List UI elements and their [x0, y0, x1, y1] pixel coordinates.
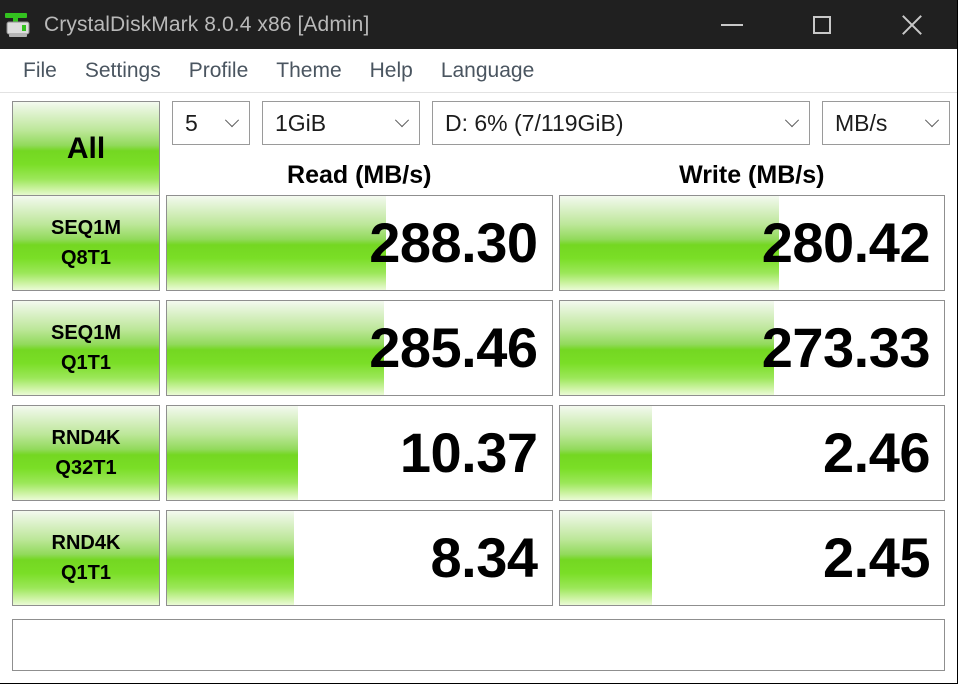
result-value-read: 288.30 — [369, 211, 538, 274]
menu-item-theme[interactable]: Theme — [262, 56, 355, 86]
unit-dropdown[interactable]: MB/s — [822, 101, 950, 145]
status-text-box[interactable] — [12, 619, 945, 671]
result-bar-write — [559, 301, 775, 395]
test-button-seq1m-q8t1[interactable]: SEQ1M Q8T1 — [12, 195, 160, 291]
result-bar-write — [559, 406, 652, 500]
result-bar-write — [559, 511, 652, 605]
result-bar-read — [167, 511, 294, 605]
menu-item-settings[interactable]: Settings — [71, 56, 175, 86]
test-label-name: RND4K — [51, 532, 121, 554]
test-size-dropdown[interactable]: 1GiB — [262, 101, 420, 145]
menu-item-help[interactable]: Help — [356, 56, 427, 86]
maximize-icon — [813, 15, 831, 34]
drive-value: D: 6% (7/119GiB) — [445, 109, 624, 136]
toolbar: All 5 1GiB D: 6% (7/119GiB) MB/s — [0, 93, 957, 197]
result-value-write: 280.42 — [761, 211, 931, 274]
test-size-value: 1GiB — [275, 109, 327, 136]
result-cell-write[interactable]: 280.42 — [558, 195, 945, 291]
result-bar-read — [167, 196, 387, 290]
menu-item-language[interactable]: Language — [427, 56, 548, 86]
menu-item-profile[interactable]: Profile — [175, 56, 263, 86]
close-button[interactable] — [867, 0, 957, 49]
test-label-queue: Q1T1 — [60, 352, 112, 374]
result-cell-write[interactable]: 273.33 — [558, 300, 945, 396]
test-label-queue: Q32T1 — [55, 457, 117, 479]
minimize-button[interactable] — [687, 0, 777, 49]
test-count-value: 5 — [185, 109, 198, 136]
table-row: SEQ1M Q8T1 288.30 280.42 — [12, 195, 945, 291]
result-cell-write[interactable]: 2.46 — [558, 405, 945, 501]
table-row: RND4K Q32T1 10.37 2.46 — [12, 405, 945, 501]
drive-dropdown[interactable]: D: 6% (7/119GiB) — [432, 101, 810, 145]
test-button-rnd4k-q1t1[interactable]: RND4K Q1T1 — [12, 510, 160, 606]
result-value-read: 285.46 — [369, 316, 538, 379]
title-bar: CrystalDiskMark 8.0.4 x86 [Admin] — [0, 0, 957, 49]
crystaldiskmark-window: CrystalDiskMark 8.0.4 x86 [Admin] File S… — [0, 0, 958, 684]
test-label-name: RND4K — [51, 427, 121, 449]
result-bar-write — [559, 196, 779, 290]
result-cell-read[interactable]: 288.30 — [166, 195, 553, 291]
column-headers: Read (MB/s) Write (MB/s) — [0, 155, 957, 195]
window-controls — [687, 0, 957, 49]
test-label-queue: Q1T1 — [60, 562, 112, 584]
result-bar-read — [167, 301, 385, 395]
result-bar-read — [167, 406, 298, 500]
chevron-down-icon — [221, 118, 249, 128]
column-header-write: Write (MB/s) — [679, 160, 825, 189]
table-row: SEQ1M Q1T1 285.46 273.33 — [12, 300, 945, 396]
result-cell-read[interactable]: 285.46 — [166, 300, 553, 396]
menu-item-file[interactable]: File — [9, 56, 71, 86]
test-label-queue: Q8T1 — [60, 247, 112, 269]
window-title: CrystalDiskMark 8.0.4 x86 [Admin] — [44, 12, 370, 36]
unit-value: MB/s — [835, 109, 888, 136]
result-value-read: 10.37 — [399, 421, 538, 484]
result-value-read: 8.34 — [430, 526, 539, 589]
result-cell-read[interactable]: 8.34 — [166, 510, 553, 606]
result-cell-write[interactable]: 2.45 — [558, 510, 945, 606]
result-value-write: 273.33 — [761, 316, 931, 379]
test-label-name: SEQ1M — [50, 217, 122, 239]
disk-drive-icon — [3, 10, 37, 40]
test-label-name: SEQ1M — [50, 322, 122, 344]
result-value-write: 2.45 — [823, 526, 931, 589]
menu-bar: File Settings Profile Theme Help Languag… — [0, 49, 957, 93]
chevron-down-icon — [391, 118, 419, 128]
result-value-write: 2.46 — [823, 421, 931, 484]
result-cell-read[interactable]: 10.37 — [166, 405, 553, 501]
test-button-seq1m-q1t1[interactable]: SEQ1M Q1T1 — [12, 300, 160, 396]
test-button-rnd4k-q32t1[interactable]: RND4K Q32T1 — [12, 405, 160, 501]
chevron-down-icon — [781, 118, 809, 128]
test-count-dropdown[interactable]: 5 — [172, 101, 250, 145]
table-row: RND4K Q1T1 8.34 2.45 — [12, 510, 945, 606]
maximize-button[interactable] — [777, 0, 867, 49]
column-header-spacer — [12, 155, 160, 195]
column-header-read: Read (MB/s) — [287, 160, 432, 189]
results-table: SEQ1M Q8T1 288.30 280.42 SEQ1M Q1T1 285.… — [0, 195, 957, 615]
close-icon — [899, 12, 925, 38]
chevron-down-icon — [921, 118, 949, 128]
minimize-icon — [721, 23, 743, 26]
